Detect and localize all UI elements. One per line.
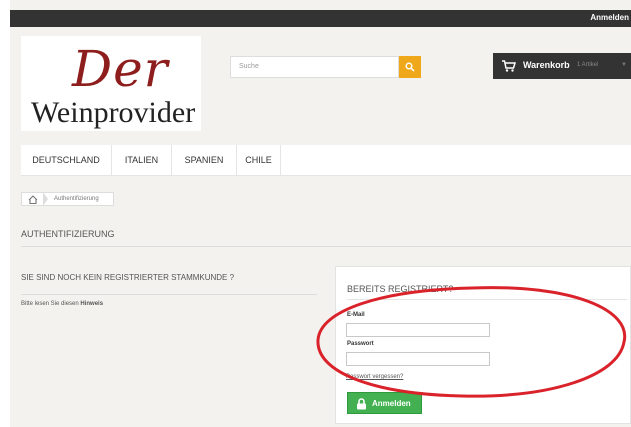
breadcrumb: Authentifizierung xyxy=(21,192,114,206)
password-label: Passwort xyxy=(347,341,374,347)
email-label: E-Mail xyxy=(347,312,365,318)
cart-icon xyxy=(502,60,516,72)
login-box: BEREITS REGISTRIERT? E-Mail Passwort Pas… xyxy=(335,266,631,424)
home-icon[interactable] xyxy=(25,195,41,204)
main-menu: DEUTSCHLAND ITALIEN SPANIEN CHILE xyxy=(21,145,631,176)
forgot-password-link[interactable]: Passwort vergessen? xyxy=(346,374,403,380)
search-input[interactable]: Suche xyxy=(230,56,399,78)
search-icon xyxy=(405,62,415,72)
lock-icon xyxy=(357,398,366,410)
chevron-down-icon: ▼ xyxy=(621,62,627,68)
site-logo[interactable]: Der Weinprovider xyxy=(21,36,201,131)
cart-title: Warenkorb xyxy=(523,60,570,70)
hinweis-link[interactable]: Hinweis xyxy=(80,301,103,307)
breadcrumb-current: Authentifizierung xyxy=(54,196,99,202)
password-field[interactable] xyxy=(346,352,490,366)
login-button-label: Anmelden xyxy=(372,399,411,408)
logo-text-der: Der xyxy=(72,40,169,98)
logo-text-weinprovider: Weinprovider xyxy=(31,96,196,129)
title-divider xyxy=(21,246,631,247)
breadcrumb-separator xyxy=(43,192,48,206)
login-divider xyxy=(347,299,627,300)
top-login-link[interactable]: Anmelden xyxy=(590,13,629,22)
menu-item-italien[interactable]: ITALIEN xyxy=(112,145,172,176)
cart-count: 1 Artikel xyxy=(577,62,599,68)
new-customer-text: Bitte lesen Sie diesen Hinweis xyxy=(21,301,103,307)
new-customer-heading: SIE SIND NOCH KEIN REGISTRIERTER STAMMKU… xyxy=(21,273,235,282)
left-margin xyxy=(0,0,10,427)
cart-button[interactable]: Warenkorb 1 Artikel ▼ xyxy=(493,53,631,79)
login-heading: BEREITS REGISTRIERT? xyxy=(347,284,454,294)
new-customer-text-prefix: Bitte lesen Sie diesen xyxy=(21,301,79,307)
email-field[interactable] xyxy=(346,323,490,337)
new-customer-divider xyxy=(21,294,317,295)
top-bar: Anmelden xyxy=(10,10,631,27)
login-button[interactable]: Anmelden xyxy=(347,392,422,414)
menu-item-deutschland[interactable]: DEUTSCHLAND xyxy=(21,145,112,176)
menu-item-chile[interactable]: CHILE xyxy=(237,145,281,176)
page-title: AUTHENTIFIZIERUNG xyxy=(21,229,115,239)
search-button[interactable] xyxy=(399,56,421,78)
menu-item-spanien[interactable]: SPANIEN xyxy=(172,145,237,176)
